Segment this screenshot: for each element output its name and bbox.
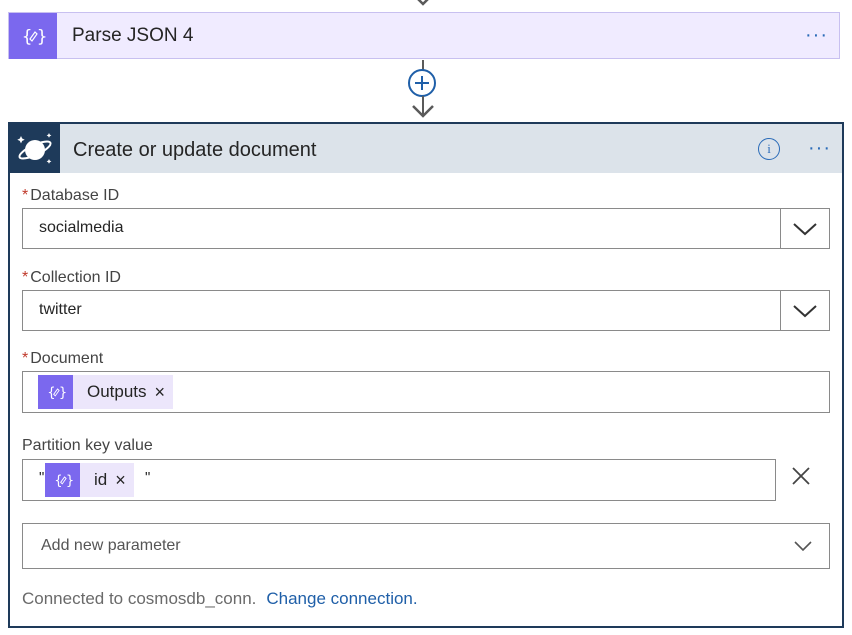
database-id-value: socialmedia	[39, 219, 124, 236]
quote-text: "	[39, 469, 45, 486]
chevron-down-icon[interactable]	[792, 303, 818, 319]
database-id-label: * Database ID	[22, 187, 120, 204]
step-title: Create or update document	[73, 139, 317, 161]
cosmos-db-planet-icon	[10, 124, 60, 173]
token-label: Outputs	[87, 382, 147, 401]
dynamic-content-token[interactable]: { } Outputs ×	[38, 375, 174, 409]
document-input[interactable]: { } Outputs ×	[22, 371, 830, 413]
quote-text: "	[145, 469, 151, 486]
chevron-down-icon[interactable]	[792, 221, 818, 237]
close-icon[interactable]	[790, 465, 812, 487]
svg-text:}: }	[66, 474, 73, 489]
chevron-down-icon[interactable]	[793, 540, 813, 552]
change-connection-link[interactable]: Change connection.	[266, 589, 417, 608]
dropdown-divider	[780, 291, 781, 330]
partition-key-input[interactable]: " { } id × "	[22, 459, 776, 501]
add-step-button[interactable]	[408, 69, 436, 97]
create-update-document-step: Create or update document i ··· * Databas…	[8, 122, 844, 628]
info-icon[interactable]: i	[758, 138, 780, 160]
document-label: * Document	[22, 350, 104, 367]
remove-token-icon[interactable]: ×	[115, 470, 126, 491]
step-title: Parse JSON 4	[72, 25, 194, 46]
svg-text:}: }	[37, 27, 46, 47]
collection-id-label: * Collection ID	[22, 269, 121, 286]
flow-arrow-icon	[412, 96, 434, 118]
dynamic-content-token[interactable]: { } id ×	[45, 463, 134, 497]
add-parameter-placeholder: Add new parameter	[41, 537, 181, 554]
database-id-dropdown[interactable]: socialmedia	[22, 208, 830, 249]
json-parse-icon: { }	[45, 463, 80, 497]
more-options-icon[interactable]: ···	[805, 25, 828, 45]
collection-id-dropdown[interactable]: twitter	[22, 290, 830, 331]
add-parameter-dropdown[interactable]: Add new parameter	[22, 523, 830, 569]
token-label: id	[94, 470, 108, 489]
dropdown-divider	[780, 209, 781, 248]
connection-status: Connected to cosmosdb_conn.	[22, 589, 257, 608]
json-parse-icon: { }	[9, 13, 57, 59]
plus-icon	[415, 76, 429, 90]
collection-id-value: twitter	[39, 301, 82, 318]
parse-json-step[interactable]: { } Parse JSON 4 ···	[8, 12, 840, 59]
remove-token-icon[interactable]: ×	[155, 382, 166, 403]
svg-text:}: }	[59, 386, 66, 401]
partition-key-label: Partition key value	[22, 437, 153, 454]
more-options-icon[interactable]: ···	[808, 138, 831, 158]
step-header[interactable]: Create or update document i ···	[10, 124, 842, 173]
json-parse-icon: { }	[38, 375, 73, 409]
connection-footer: Connected to cosmosdb_conn. Change connec…	[22, 589, 418, 609]
flow-arrow-icon	[417, 0, 429, 6]
